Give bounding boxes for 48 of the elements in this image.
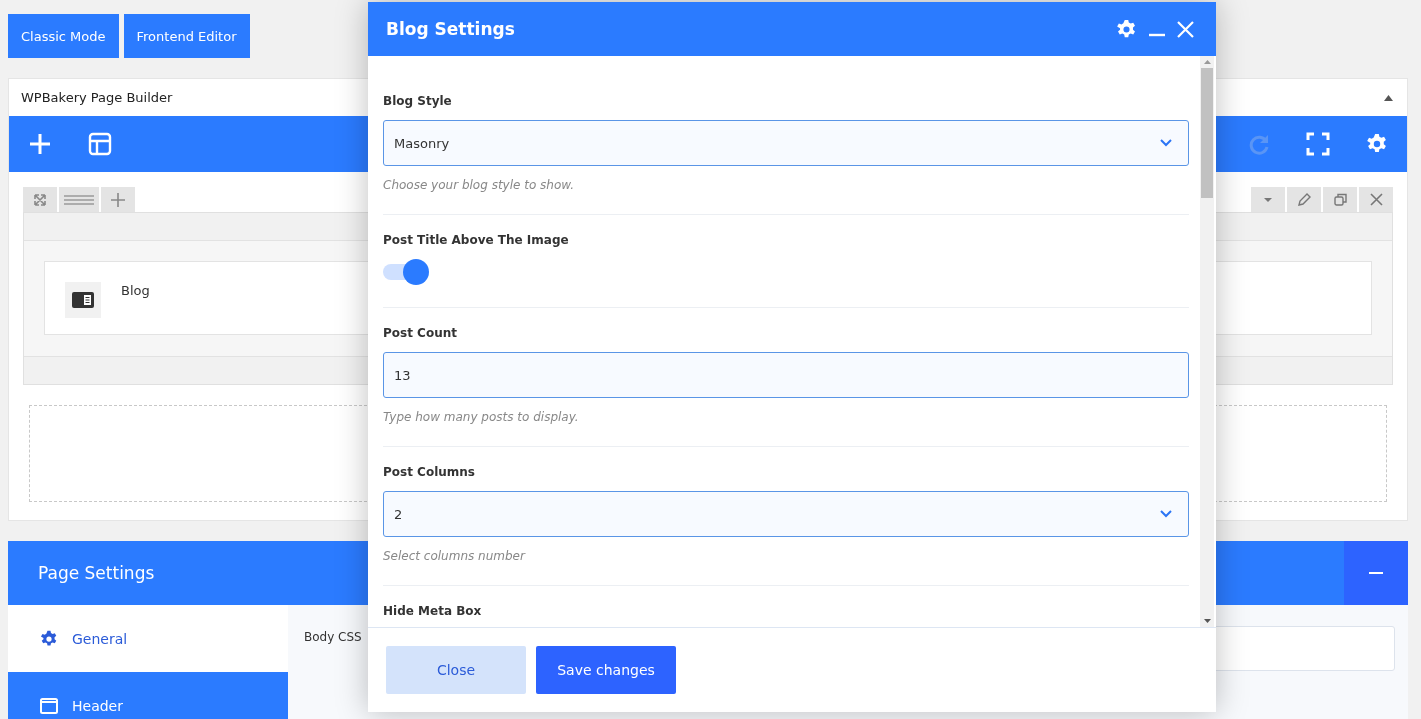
drag-handle[interactable] [59, 187, 99, 212]
copy-icon[interactable] [1323, 187, 1357, 212]
select-field[interactable]: 2 [383, 491, 1189, 537]
blog-element-icon [65, 282, 101, 318]
collapse-icon[interactable] [1384, 94, 1393, 101]
chevron-down-icon [1160, 139, 1172, 147]
toggle-switch[interactable] [383, 259, 429, 285]
panel-title: WPBakery Page Builder [21, 90, 173, 105]
lines-icon [64, 194, 94, 205]
field-label: Post Count [383, 326, 458, 340]
minus-icon [1369, 572, 1383, 574]
layout-icon[interactable] [88, 132, 112, 156]
field-label: Post Title Above The Image [383, 233, 570, 247]
field-hint: Select columns number [383, 549, 527, 563]
plus-icon [111, 192, 125, 207]
scroll-down-icon[interactable] [1203, 619, 1211, 623]
input-field[interactable]: 13 [383, 352, 1189, 398]
field-label: Hide Meta Box [383, 604, 483, 618]
scroll-up-icon[interactable] [1203, 60, 1211, 64]
close-icon[interactable] [1359, 187, 1393, 212]
field-hint: Type how many posts to display. [383, 410, 580, 424]
fullscreen-icon[interactable] [1306, 132, 1330, 156]
scrollbar-thumb[interactable] [1201, 68, 1213, 198]
edit-icon[interactable] [1287, 187, 1321, 212]
field-label: Body CSS [304, 630, 362, 644]
save-button[interactable]: Save changes [536, 646, 676, 694]
mode-button[interactable]: Classic Mode [8, 14, 119, 58]
arrows-icon [34, 193, 46, 206]
mode-button[interactable]: Frontend Editor [123, 14, 250, 58]
dialog-title: Blog Settings [386, 19, 516, 39]
field-label: Blog Style [383, 94, 453, 108]
add-icon[interactable] [28, 132, 52, 156]
add-column-button[interactable] [101, 187, 135, 212]
close-icon[interactable] [1177, 20, 1194, 38]
settings-tab[interactable]: Header [8, 672, 288, 719]
close-button[interactable]: Close [386, 646, 526, 694]
settings-tab[interactable]: General [8, 605, 288, 672]
settings-icon[interactable] [1366, 133, 1388, 155]
chevron-down-icon [1160, 510, 1172, 518]
element-name: Blog [121, 283, 150, 298]
field-hint: Choose your blog style to show. [383, 178, 576, 192]
settings-icon[interactable] [1116, 18, 1137, 40]
field-label: Post Columns [383, 465, 476, 479]
move-handle[interactable] [23, 187, 57, 212]
panel-title: Page Settings [38, 563, 155, 583]
window-icon [40, 697, 58, 714]
select-field[interactable]: Masonry [383, 120, 1189, 166]
gear-icon [40, 629, 58, 648]
